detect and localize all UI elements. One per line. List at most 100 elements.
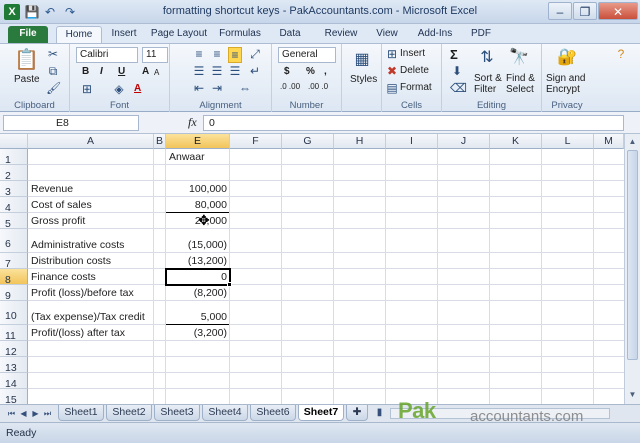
clear-icon[interactable]: ⌫ bbox=[450, 81, 467, 95]
cell-a11[interactable]: Profit/(loss) after tax bbox=[31, 325, 165, 341]
column-header[interactable]: H bbox=[334, 134, 386, 149]
paste-icon[interactable]: 📋 bbox=[14, 48, 39, 72]
scroll-thumb[interactable] bbox=[627, 150, 638, 360]
row-header[interactable]: 13 bbox=[0, 357, 28, 374]
binoculars-icon[interactable]: 🔭 bbox=[508, 47, 530, 69]
cell-e9[interactable]: (8,200) bbox=[166, 285, 229, 301]
row-header[interactable]: 7 bbox=[0, 253, 28, 270]
decrease-indent-icon[interactable]: ⇤ bbox=[192, 81, 206, 95]
tab-insert[interactable]: Insert bbox=[104, 26, 144, 43]
insert-cells-icon[interactable]: ⊞ bbox=[386, 47, 398, 61]
sign-encrypt-icon[interactable]: 🔐 bbox=[556, 47, 578, 69]
font-color-button[interactable]: A bbox=[134, 83, 141, 94]
column-header[interactable]: J bbox=[438, 134, 490, 149]
merge-center-icon[interactable]: ⇔ bbox=[234, 81, 256, 95]
sort-filter-button[interactable]: Sort & bbox=[474, 73, 502, 84]
tab-review[interactable]: Review bbox=[318, 26, 364, 43]
italic-button[interactable]: I bbox=[100, 66, 103, 77]
format-cells-icon[interactable]: ▤ bbox=[386, 81, 398, 95]
align-middle-icon[interactable]: ≡ bbox=[210, 47, 224, 61]
currency-button[interactable]: $ bbox=[284, 66, 290, 77]
column-header[interactable]: M bbox=[594, 134, 624, 149]
row-header[interactable]: 9 bbox=[0, 285, 28, 302]
column-header[interactable]: I bbox=[386, 134, 438, 149]
font-size-select[interactable]: 11 bbox=[142, 47, 168, 63]
increase-decimal-button[interactable]: .0 .00 bbox=[280, 83, 306, 91]
copy-icon[interactable]: ⧉ bbox=[46, 64, 60, 78]
column-header[interactable]: K bbox=[490, 134, 542, 149]
row-header[interactable]: 10 bbox=[0, 301, 28, 325]
row-header[interactable]: 12 bbox=[0, 341, 28, 358]
insert-button[interactable]: Insert bbox=[400, 48, 425, 59]
sort-filter-button-2[interactable]: Filter bbox=[474, 84, 496, 95]
column-header[interactable]: F bbox=[230, 134, 282, 149]
row-header[interactable]: 14 bbox=[0, 373, 28, 390]
worksheet-grid[interactable]: A B E F G H I J K L M 1 2 3 4 5 6 7 8 9 10 11 12 13 1… bbox=[0, 134, 624, 404]
cell-e6[interactable]: (15,000) bbox=[166, 237, 229, 253]
orientation-icon[interactable]: ⤢ bbox=[248, 47, 262, 61]
styles-button[interactable]: Styles bbox=[350, 74, 377, 85]
help-icon[interactable]: ? bbox=[614, 47, 628, 61]
tab-data[interactable]: Data bbox=[270, 26, 310, 43]
sheet-tab-sheet2[interactable]: Sheet2 bbox=[106, 405, 152, 421]
cell-e4[interactable]: 80,000 bbox=[166, 197, 229, 213]
tab-add-ins[interactable]: Add-Ins bbox=[410, 26, 460, 43]
row-header[interactable]: 6 bbox=[0, 229, 28, 253]
column-header[interactable]: G bbox=[282, 134, 334, 149]
row-header[interactable]: 3 bbox=[0, 181, 28, 198]
cell-a4[interactable]: Cost of sales bbox=[31, 197, 155, 213]
tab-pdf[interactable]: PDF bbox=[464, 26, 498, 43]
cell-e11[interactable]: (3,200) bbox=[166, 325, 229, 341]
cell-a8[interactable]: Finance costs bbox=[31, 269, 161, 285]
sheet-tab-sheet3[interactable]: Sheet3 bbox=[154, 405, 200, 421]
tab-home[interactable]: Home bbox=[56, 26, 102, 43]
minimize-button[interactable]: – bbox=[548, 2, 572, 20]
decrease-decimal-button[interactable]: .00 .0 bbox=[308, 83, 334, 91]
sheet-tab-sheet7[interactable]: Sheet7 bbox=[298, 405, 344, 421]
align-right-icon[interactable]: ☰ bbox=[228, 64, 242, 78]
bold-button[interactable]: B bbox=[82, 66, 89, 77]
percent-button[interactable]: % bbox=[306, 66, 315, 77]
tab-formulas[interactable]: Formulas bbox=[212, 26, 268, 43]
cut-icon[interactable]: ✂ bbox=[46, 47, 60, 61]
cell-a5[interactable]: Gross profit bbox=[31, 213, 155, 229]
column-header[interactable]: L bbox=[542, 134, 594, 149]
tab-split-icon[interactable]: ▮ bbox=[374, 406, 385, 419]
cell-a9[interactable]: Profit (loss)/before tax bbox=[31, 285, 165, 301]
underline-button[interactable]: U bbox=[118, 66, 125, 77]
format-painter-icon[interactable]: 🖌 bbox=[46, 81, 61, 95]
align-bottom-icon[interactable]: ≡ bbox=[228, 47, 242, 63]
vertical-scrollbar[interactable]: ▲ ▼ bbox=[624, 134, 640, 404]
row-header[interactable]: 1 bbox=[0, 149, 28, 166]
paste-button[interactable]: Paste bbox=[14, 74, 40, 85]
cell-e10[interactable]: 5,000 bbox=[166, 309, 229, 325]
sign-encrypt-button-2[interactable]: Encrypt bbox=[546, 84, 580, 95]
first-sheet-icon[interactable]: ⏮ bbox=[6, 407, 17, 420]
column-header[interactable]: B bbox=[154, 134, 166, 149]
comma-button[interactable]: , bbox=[324, 66, 327, 77]
formula-input[interactable]: 0 bbox=[203, 115, 624, 131]
name-box[interactable]: E8 bbox=[3, 115, 139, 131]
active-cell-selection[interactable] bbox=[165, 268, 231, 286]
row-header[interactable]: 4 bbox=[0, 197, 28, 214]
borders-icon[interactable]: ⊞ bbox=[80, 82, 94, 96]
fill-handle[interactable] bbox=[227, 282, 232, 287]
next-sheet-icon[interactable]: ▶ bbox=[30, 407, 41, 420]
grow-font-button[interactable]: A bbox=[142, 66, 149, 77]
align-top-icon[interactable]: ≡ bbox=[192, 47, 206, 61]
row-header[interactable]: 11 bbox=[0, 325, 28, 342]
shrink-font-button[interactable]: A bbox=[154, 68, 159, 77]
wrap-text-icon[interactable]: ↵ bbox=[248, 64, 262, 78]
sheet-tab-sheet6[interactable]: Sheet6 bbox=[250, 405, 296, 421]
find-select-button[interactable]: Find & bbox=[506, 73, 535, 84]
close-button[interactable]: ✕ bbox=[598, 2, 638, 20]
sort-filter-icon[interactable]: ⇅ bbox=[476, 47, 498, 69]
cell-a3[interactable]: Revenue bbox=[31, 181, 155, 197]
sheet-tab-sheet4[interactable]: Sheet4 bbox=[202, 405, 248, 421]
sign-encrypt-button[interactable]: Sign and bbox=[546, 73, 585, 84]
cell-e7[interactable]: (13,200) bbox=[166, 253, 229, 269]
fill-color-icon[interactable]: ◈ bbox=[112, 82, 126, 96]
tab-page-layout[interactable]: Page Layout bbox=[148, 26, 210, 43]
sheet-tab-sheet1[interactable]: Sheet1 bbox=[58, 405, 104, 421]
find-select-button-2[interactable]: Select bbox=[506, 84, 534, 95]
